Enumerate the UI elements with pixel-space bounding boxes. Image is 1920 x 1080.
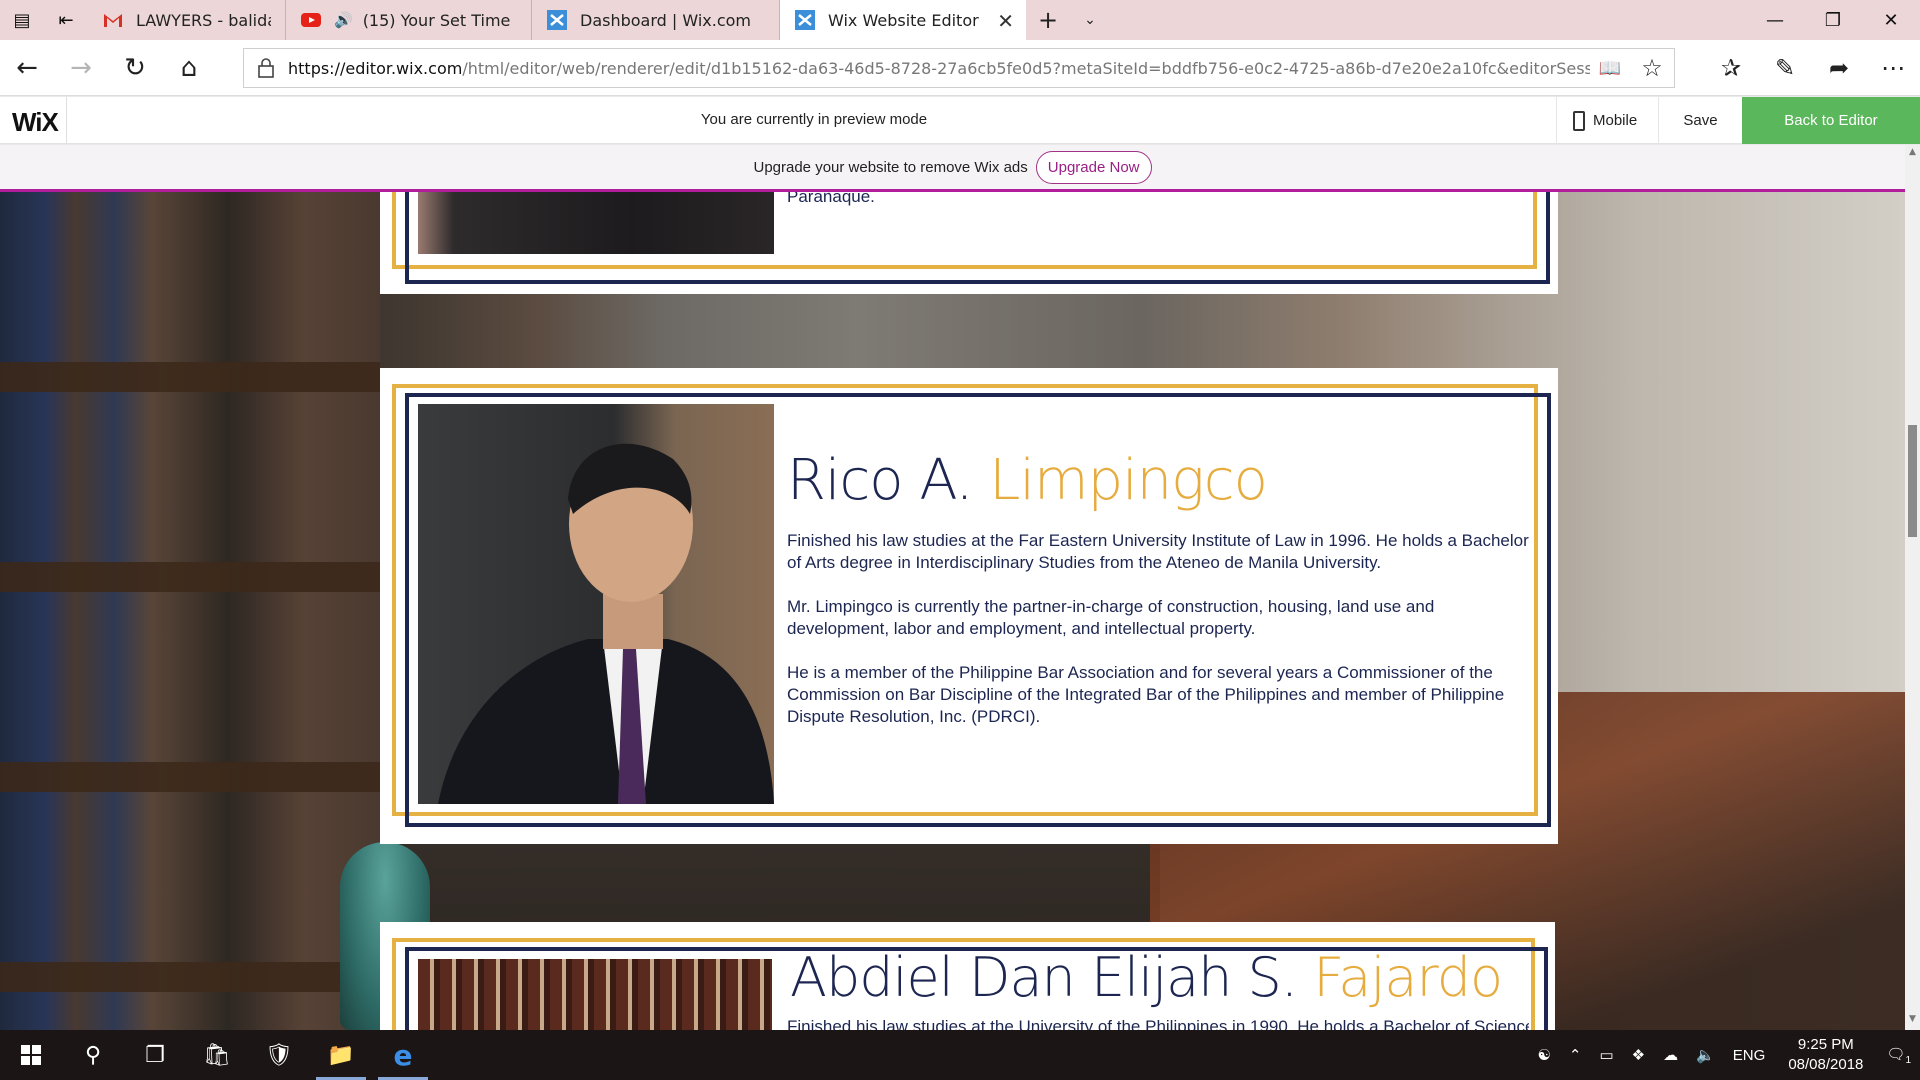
upgrade-message: Upgrade your website to remove Wix ads <box>753 158 1028 176</box>
edge-browser-icon[interactable]: e <box>372 1030 434 1080</box>
site-preview: Parañaque. Rico A. Limpingco Finished hi… <box>0 192 1905 1030</box>
new-tab-icon[interactable]: + <box>1026 0 1070 40</box>
clock-date: 08/08/2018 <box>1788 1056 1864 1073</box>
onedrive-cloud-icon[interactable]: ☁ <box>1654 1046 1687 1064</box>
lawyer-photo <box>418 404 774 804</box>
back-to-editor-button[interactable]: Back to Editor <box>1742 97 1920 144</box>
scroll-up-arrow-icon[interactable]: ▲ <box>1905 147 1920 161</box>
mobile-view-button[interactable]: Mobile <box>1556 97 1658 144</box>
wix-icon <box>547 10 567 30</box>
action-center-icon[interactable]: 🗨1 <box>1877 1045 1920 1066</box>
lawyer-surname: Limpingco <box>989 448 1268 513</box>
background-bookshelf <box>0 192 380 1030</box>
more-options-icon[interactable]: ⋯ <box>1866 40 1920 96</box>
browser-toolbar: ← → ↻ ⌂ https://editor.wix.com/html/edit… <box>0 40 1920 96</box>
refresh-icon[interactable]: ↻ <box>108 40 162 96</box>
upgrade-now-button[interactable]: Upgrade Now <box>1035 150 1152 184</box>
bio-paragraph: He is a member of the Philippine Bar Ass… <box>787 663 1505 726</box>
lawyer-first-name: Rico A. <box>787 448 973 513</box>
lawyer-card: Rico A. Limpingco Finished his law studi… <box>380 368 1558 844</box>
tab-label: LAWYERS - balidaangelica@ <box>136 10 271 30</box>
url-domain: https://editor.wix.com <box>288 58 463 78</box>
chevron-up-icon[interactable]: ⌃ <box>1560 1046 1591 1064</box>
forward-arrow-icon[interactable]: → <box>54 40 108 96</box>
browser-tab-strip: ▤ ⇤ LAWYERS - balidaangelica@ 🔊 (15) You… <box>0 0 1920 40</box>
tab-gmail[interactable]: LAWYERS - balidaangelica@ <box>88 0 286 40</box>
close-tab-icon[interactable]: ✕ <box>997 9 1014 33</box>
scroll-down-arrow-icon[interactable]: ▼ <box>1905 1014 1920 1028</box>
battery-icon[interactable]: ▭ <box>1590 1046 1622 1064</box>
volume-icon[interactable]: 🔈 <box>1687 1046 1724 1064</box>
browser-actions: ✰ ✎ ➦ ⋯ <box>1704 40 1920 96</box>
windows-defender-shield-icon[interactable]: 🛡 <box>248 1030 310 1080</box>
reading-view-icon[interactable]: 📖 <box>1590 58 1630 79</box>
language-indicator[interactable]: ENG <box>1724 1047 1775 1064</box>
lawyer-name: Rico A. Limpingco <box>787 448 1268 513</box>
bio-paragraph: Finished his law studies at the Far East… <box>787 531 1529 572</box>
mobile-label: Mobile <box>1593 112 1638 129</box>
scrollbar-thumb[interactable] <box>1908 425 1917 537</box>
web-note-pen-icon[interactable]: ✎ <box>1758 40 1812 96</box>
back-arrow-icon[interactable]: ← <box>0 40 54 96</box>
lawyer-card-previous: Parañaque. <box>380 192 1558 294</box>
lawyer-bio-fragment: Finished his law studies at the Universi… <box>787 1017 1529 1030</box>
tab-label: Wix Website Editor <box>828 10 979 30</box>
people-icon[interactable]: ☯ <box>1528 1046 1559 1064</box>
page-scrollbar[interactable]: ▲ ▼ <box>1905 145 1920 1030</box>
lawyer-card: Abdiel Dan Elijah S. Fajardo Finished hi… <box>380 922 1555 1030</box>
lawyer-photo <box>418 192 774 254</box>
lawyer-bio-fragment: Parañaque. <box>787 192 875 206</box>
dropbox-icon[interactable]: ❖ <box>1623 1046 1654 1064</box>
task-view-icon[interactable]: ❐ <box>124 1030 186 1080</box>
url-text[interactable]: https://editor.wix.com/html/editor/web/r… <box>288 59 1590 78</box>
bio-paragraph: Mr. Limpingco is currently the partner-i… <box>787 597 1435 638</box>
share-icon[interactable]: ➦ <box>1812 40 1866 96</box>
lawyer-surname: Fajardo <box>1313 946 1503 1009</box>
tab-wix-editor[interactable]: Wix Website Editor ✕ <box>780 0 1026 40</box>
lawyer-first-name: Abdiel Dan Elijah S. <box>790 946 1298 1009</box>
store-icon[interactable]: 🛍 <box>186 1030 248 1080</box>
windows-logo <box>21 1045 41 1065</box>
set-aside-tabs-icon[interactable]: ▤ <box>0 0 44 40</box>
wix-icon <box>795 10 815 30</box>
wix-preview-bar: WiX You are currently in preview mode Mo… <box>0 97 1920 144</box>
file-explorer-icon[interactable]: 📁 <box>310 1030 372 1080</box>
windows-taskbar: ⚲ ❐ 🛍 🛡 📁 e ☯ ⌃ ▭ ❖ ☁ 🔈 ENG 9:25 PM 08/0… <box>0 1030 1920 1080</box>
save-button[interactable]: Save <box>1658 97 1742 144</box>
clock[interactable]: 9:25 PM 08/08/2018 <box>1774 1035 1877 1075</box>
lawyer-bio: Finished his law studies at the Far East… <box>787 530 1529 750</box>
chevron-down-icon[interactable]: ⌄ <box>1070 0 1110 40</box>
clock-time: 9:25 PM <box>1797 1036 1854 1053</box>
notification-count: 1 <box>1905 1054 1911 1066</box>
mobile-phone-icon <box>1573 110 1585 131</box>
lock-icon <box>258 58 274 78</box>
window-controls: — ❐ ✕ <box>1746 0 1920 40</box>
windows-start-icon[interactable] <box>0 1030 62 1080</box>
lawyer-name: Abdiel Dan Elijah S. Fajardo <box>790 946 1503 1009</box>
address-bar[interactable]: https://editor.wix.com/html/editor/web/r… <box>243 48 1675 88</box>
home-icon[interactable]: ⌂ <box>162 40 216 96</box>
tab-wix-dashboard[interactable]: Dashboard | Wix.com <box>532 0 780 40</box>
gmail-icon <box>104 14 122 27</box>
search-icon[interactable]: ⚲ <box>62 1030 124 1080</box>
tab-label: Dashboard | Wix.com <box>580 10 752 30</box>
restore-icon[interactable]: ❐ <box>1804 0 1862 40</box>
lawyer-photo <box>418 959 772 1030</box>
youtube-icon <box>301 13 321 27</box>
favorite-star-icon[interactable]: ☆ <box>1630 54 1674 82</box>
lawyer-portrait-illustration <box>438 443 774 804</box>
tab-label: (15) Your Set Time For I <box>362 10 517 30</box>
system-tray: ☯ ⌃ ▭ ❖ ☁ 🔈 ENG 9:25 PM 08/08/2018 🗨1 <box>1528 1030 1920 1080</box>
upgrade-banner: Upgrade your website to remove Wix ads U… <box>0 145 1905 192</box>
close-window-icon[interactable]: ✕ <box>1862 0 1920 40</box>
show-tabs-aside-icon[interactable]: ⇤ <box>44 0 88 40</box>
minimize-icon[interactable]: — <box>1746 0 1804 40</box>
preview-mode-message: You are currently in preview mode <box>700 111 928 128</box>
tab-youtube[interactable]: 🔊 (15) Your Set Time For I <box>286 0 532 40</box>
favorites-hub-icon[interactable]: ✰ <box>1704 40 1758 96</box>
audio-playing-icon[interactable]: 🔊 <box>334 11 353 29</box>
url-path: /html/editor/web/renderer/edit/d1b15162-… <box>462 58 1590 78</box>
